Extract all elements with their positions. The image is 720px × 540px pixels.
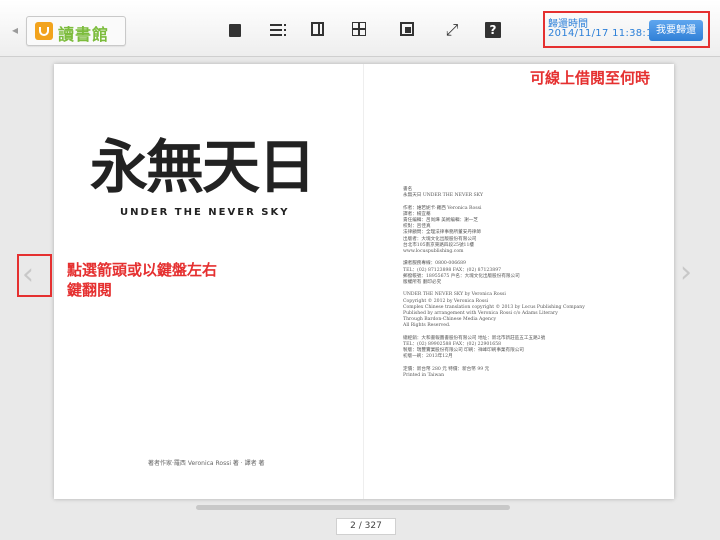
page-counter: 2 / 327 xyxy=(336,518,396,535)
book-title-chinese: 永無天日 xyxy=(90,133,316,201)
annotation-loan-period: 可線上借閱至何時 xyxy=(530,69,651,87)
list-view-icon[interactable] xyxy=(270,22,286,38)
two-page-icon[interactable] xyxy=(311,22,324,36)
single-page-icon[interactable] xyxy=(229,24,241,37)
app-logo[interactable]: 讀書館 xyxy=(26,16,126,46)
annotation-page-turn: 點選箭頭或以鍵盤左右鍵翻閱 xyxy=(67,261,218,299)
thumbnail-grid-icon[interactable] xyxy=(352,22,366,36)
book-title-english: UNDER THE NEVER SKY xyxy=(120,207,290,218)
back-arrow-icon[interactable]: ◂ xyxy=(12,16,26,44)
fit-page-icon[interactable] xyxy=(400,22,414,36)
author-credit: 著者作家·羅西 Veronica Rossi 著 · 譯者 著 xyxy=(148,460,265,467)
page-gutter xyxy=(363,64,364,499)
next-page-arrow-icon[interactable]: › xyxy=(680,258,692,288)
copyright-page-text: 書名 永無天日 UNDER THE NEVER SKY 作者：維若妮卡·羅西 V… xyxy=(403,187,585,379)
fullscreen-icon[interactable]: ⤢ xyxy=(444,22,460,38)
help-icon[interactable]: ? xyxy=(485,22,501,38)
logo-badge-icon xyxy=(35,22,53,40)
page-scrollbar[interactable] xyxy=(196,505,510,510)
prev-page-arrow-icon[interactable]: ‹ xyxy=(22,260,34,290)
return-book-button[interactable]: 我要歸還 xyxy=(649,20,703,41)
logo-text: 讀書館 xyxy=(58,25,110,44)
top-toolbar: ◂ 讀書館 ⤢ ? 歸還時間 2014/11/17 11:38:12 我要歸還 xyxy=(0,0,720,57)
return-time-value: 2014/11/17 11:38:12 xyxy=(548,28,660,39)
